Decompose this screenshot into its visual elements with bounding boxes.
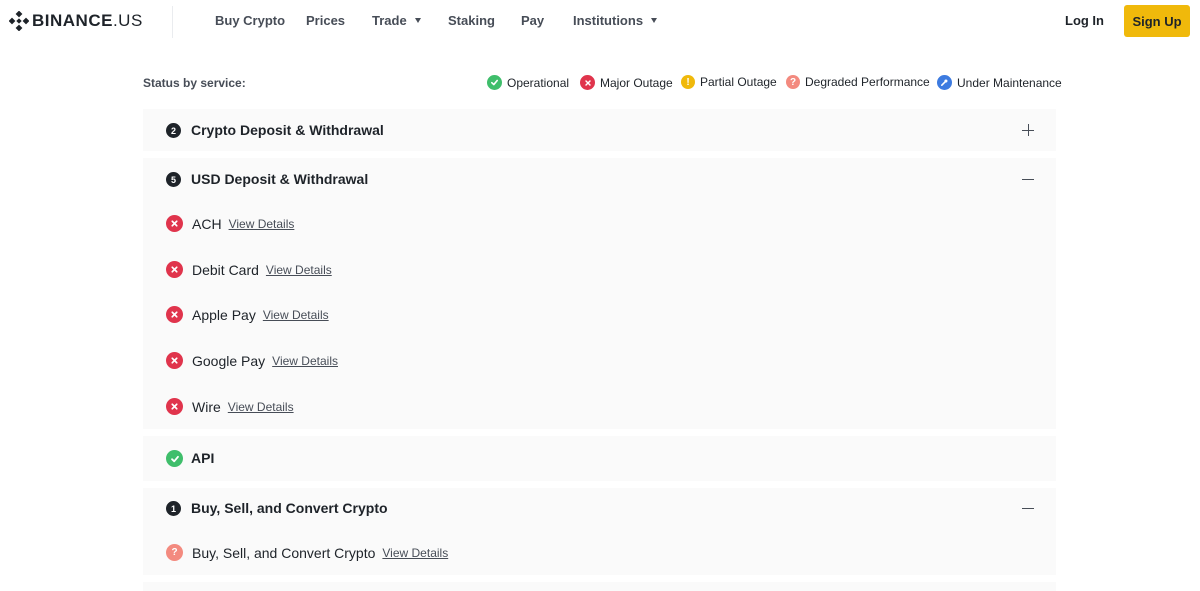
- x-icon: [166, 306, 183, 323]
- legend-label: Under Maintenance: [957, 75, 1062, 90]
- component-row-debit-card: Debit Card View Details: [166, 261, 332, 278]
- legend-operational: Operational: [487, 75, 569, 90]
- component-row-google-pay: Google Pay View Details: [166, 352, 338, 369]
- component-name: Google Pay: [192, 352, 266, 369]
- section-header[interactable]: 5 USD Deposit & Withdrawal: [143, 158, 1056, 200]
- section-header[interactable]: 2 Crypto Deposit & Withdrawal: [143, 109, 1056, 151]
- component-count-badge: 5: [166, 172, 181, 187]
- legend-label: Partial Outage: [700, 75, 777, 89]
- section-crypto-deposit-withdrawal: 2 Crypto Deposit & Withdrawal: [143, 109, 1056, 151]
- nav-buy-crypto[interactable]: Buy Crypto: [215, 13, 285, 28]
- legend-label: Operational: [507, 75, 570, 90]
- component-count-badge: 2: [166, 123, 181, 138]
- section-title: Buy, Sell, and Convert Crypto: [191, 500, 388, 516]
- exclamation-icon: !: [681, 75, 695, 89]
- x-icon: [166, 352, 183, 369]
- x-icon: [166, 398, 183, 415]
- section-buy-sell-convert: 1 Buy, Sell, and Convert Crypto ? Buy, S…: [143, 488, 1056, 575]
- section-next-partial: [143, 582, 1056, 591]
- view-details-link[interactable]: View Details: [382, 546, 448, 560]
- question-icon: ?: [786, 75, 800, 89]
- expand-plus-icon[interactable]: [1022, 124, 1034, 136]
- top-nav-bar: BINANCE.US Buy Crypto Prices Trade Staki…: [0, 0, 1200, 42]
- component-row-ach: ACH View Details: [166, 215, 294, 232]
- legend-partial-outage: ! Partial Outage: [681, 75, 777, 89]
- nav-prices[interactable]: Prices: [306, 13, 345, 28]
- collapse-minus-icon[interactable]: [1022, 173, 1034, 185]
- binance-logo-icon: [9, 11, 29, 31]
- section-header[interactable]: 1 Buy, Sell, and Convert Crypto: [143, 488, 1056, 530]
- view-details-link[interactable]: View Details: [263, 308, 329, 322]
- component-name: Buy, Sell, and Convert Crypto: [192, 544, 376, 561]
- legend-label: Major Outage: [600, 75, 673, 90]
- nav-trade[interactable]: Trade: [372, 13, 421, 28]
- wrench-icon: [937, 75, 952, 90]
- check-icon: [487, 75, 502, 90]
- x-icon: [166, 215, 183, 232]
- component-name: Wire: [192, 398, 221, 415]
- component-name: Debit Card: [192, 261, 259, 278]
- view-details-link[interactable]: View Details: [229, 217, 295, 231]
- section-title: Crypto Deposit & Withdrawal: [191, 122, 384, 138]
- section-title: USD Deposit & Withdrawal: [191, 171, 369, 187]
- view-details-link[interactable]: View Details: [266, 263, 332, 277]
- component-count-badge: 1: [166, 501, 181, 516]
- nav-institutions-label: Institutions: [573, 13, 644, 28]
- legend-label: Degraded Performance: [805, 75, 930, 89]
- x-icon: [166, 261, 183, 278]
- view-details-link[interactable]: View Details: [228, 400, 294, 414]
- caret-down-icon: [651, 18, 658, 23]
- component-row-apple-pay: Apple Pay View Details: [166, 306, 329, 323]
- check-icon: [166, 450, 183, 467]
- status-by-service-label: Status by service:: [143, 76, 246, 90]
- nav-institutions[interactable]: Institutions: [573, 13, 658, 28]
- section-api: API: [143, 436, 1056, 481]
- legend-degraded-performance: ? Degraded Performance: [786, 75, 930, 89]
- view-details-link[interactable]: View Details: [272, 354, 338, 368]
- component-name: Apple Pay: [192, 306, 256, 323]
- caret-down-icon: [414, 18, 421, 23]
- component-row-buy-sell-convert: ? Buy, Sell, and Convert Crypto View Det…: [166, 544, 448, 561]
- binance-us-logo[interactable]: BINANCE.US: [9, 10, 143, 32]
- legend-major-outage: Major Outage: [580, 75, 673, 90]
- component-name: ACH: [192, 215, 222, 232]
- component-row-wire: Wire View Details: [166, 398, 294, 415]
- section-usd-deposit-withdrawal: 5 USD Deposit & Withdrawal ACH View Deta…: [143, 158, 1056, 429]
- login-link[interactable]: Log In: [1065, 13, 1104, 28]
- nav-pay[interactable]: Pay: [521, 13, 544, 28]
- logo-wordmark: BINANCE.US: [32, 11, 143, 30]
- header-divider: [172, 6, 173, 38]
- nav-staking[interactable]: Staking: [448, 13, 495, 28]
- nav-trade-label: Trade: [372, 13, 407, 28]
- x-icon: [580, 75, 595, 90]
- section-title: API: [191, 450, 215, 466]
- legend-under-maintenance: Under Maintenance: [937, 75, 1062, 90]
- collapse-minus-icon[interactable]: [1022, 502, 1034, 514]
- signup-button[interactable]: Sign Up: [1124, 5, 1190, 37]
- question-icon: ?: [166, 544, 183, 561]
